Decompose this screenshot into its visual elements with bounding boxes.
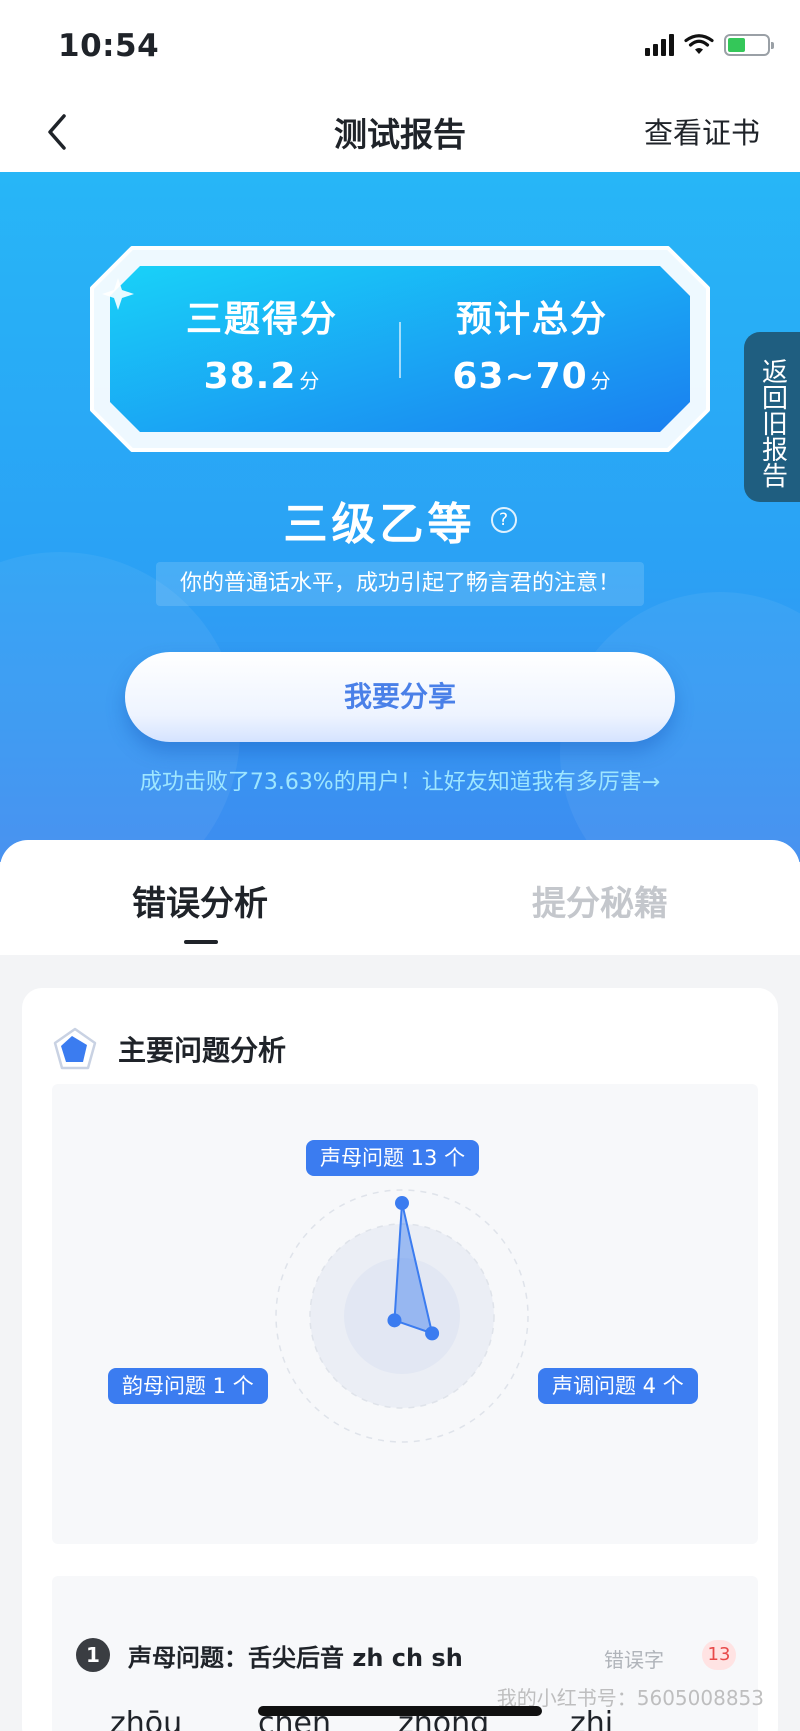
score-value: 63~70 分 xyxy=(452,356,612,397)
radar-point-2 xyxy=(387,1313,402,1328)
analysis-tabs: 错误分析 提分秘籍 xyxy=(0,840,800,955)
score-label: 三题得分 xyxy=(185,299,338,340)
score-label: 预计总分 xyxy=(455,299,608,340)
pinyin-item: zhōu xyxy=(110,1706,183,1731)
problem-title: 声母问题：舌尖后音 zh ch sh xyxy=(128,1644,463,1672)
score-panel: 三题得分 38.2 分 预计总分 63~70 分 xyxy=(88,244,712,454)
error-char-count: 13 xyxy=(702,1640,736,1670)
help-icon[interactable]: ? xyxy=(490,507,517,533)
finals-problem-tag: 韵母问题 1 个 xyxy=(108,1368,268,1404)
initials-problem-tag: 声母问题 13 个 xyxy=(306,1140,480,1176)
cellular-signal-icon xyxy=(645,34,674,56)
tab-error-analysis[interactable]: 错误分析 xyxy=(132,876,268,925)
level-description: 你的普通话水平，成功引起了畅言君的注意！ xyxy=(156,562,644,606)
battery-icon xyxy=(724,34,774,56)
return-old-report-tab[interactable]: 返回旧报告 xyxy=(744,332,800,502)
tones-problem-tag: 声调问题 4 个 xyxy=(538,1368,698,1404)
radar-chart: 声母问题 13 个 韵母问题 1 个 声调问题 4 个 xyxy=(52,1084,758,1544)
radar-point-0 xyxy=(395,1196,409,1211)
level-row: 三级乙等 ? xyxy=(0,488,800,552)
score-value: 38.2 分 xyxy=(203,356,321,397)
status-bar: 10:54 xyxy=(0,0,800,92)
radar-point-1 xyxy=(425,1326,440,1341)
status-time: 10:54 xyxy=(58,28,160,64)
level-text: 三级乙等 xyxy=(283,499,476,550)
navigation-bar: 测试报告 查看证书 xyxy=(0,92,800,172)
score-hero: 三题得分 38.2 分 预计总分 63~70 分 返回旧报告 三级乙等 ? 你的普通… xyxy=(0,172,800,862)
main-problem-card: 主要问题分析 声母问题 13 个 韵母问题 1 个 声调问题 4 个 1 声母问… xyxy=(22,988,778,1731)
card-title: 主要问题分析 xyxy=(118,1034,287,1067)
status-icons xyxy=(645,34,774,56)
card-header: 主要问题分析 xyxy=(52,1024,286,1074)
problem-index-badge: 1 xyxy=(76,1638,110,1672)
home-indicator xyxy=(258,1706,542,1716)
three-questions-score: 三题得分 38.2 分 xyxy=(142,290,382,397)
share-hint-link[interactable]: 成功击败了73.63%的用户！让好友知道我有多厉害→ xyxy=(0,764,800,796)
tab-score-tips[interactable]: 提分秘籍 xyxy=(532,876,668,925)
wifi-icon xyxy=(684,34,714,56)
tab-indicator xyxy=(184,940,218,944)
pentagon-chart-icon xyxy=(53,1027,97,1070)
score-divider xyxy=(399,322,401,378)
estimated-total-score: 预计总分 63~70 分 xyxy=(412,290,652,397)
view-certificate-button[interactable]: 查看证书 xyxy=(644,110,760,152)
error-char-label: 错误字 xyxy=(604,1648,664,1672)
share-button[interactable]: 我要分享 xyxy=(125,652,675,742)
